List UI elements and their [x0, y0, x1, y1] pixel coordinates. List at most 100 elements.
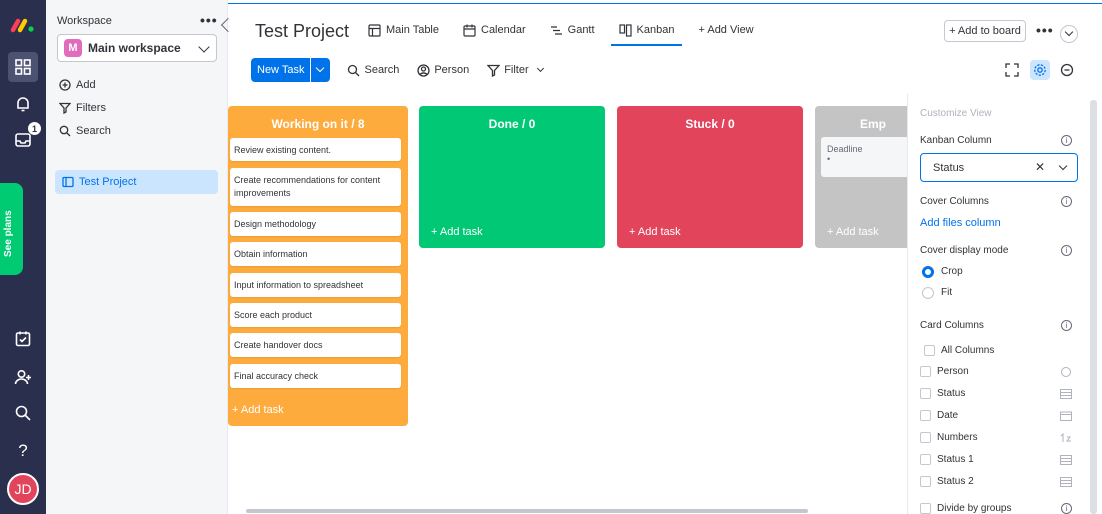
apps-grid-icon[interactable] [8, 52, 38, 82]
workspace-label: Workspace [57, 15, 112, 27]
status-column-icon [1060, 388, 1072, 399]
workspace-more-icon[interactable]: ••• [200, 12, 218, 28]
invite-user-icon[interactable] [8, 362, 38, 392]
workspace-search-button[interactable]: Search [59, 125, 111, 137]
kanban-card[interactable]: Review existing content. [230, 138, 401, 161]
bell-icon[interactable] [8, 89, 38, 119]
gantt-icon [550, 25, 562, 35]
kanban-column-empty: Emp Deadline • + Add task [815, 106, 907, 248]
crop-radio[interactable] [922, 266, 934, 278]
search-icon [59, 125, 71, 137]
add-task-button[interactable]: + Add task [629, 226, 681, 238]
add-files-column-link[interactable]: Add files column [920, 217, 1001, 229]
filter-icon [487, 64, 501, 77]
chat-icon[interactable] [1057, 60, 1077, 80]
top-accent-line [228, 3, 1102, 4]
workspace-selector[interactable]: M Main workspace [57, 34, 217, 62]
search-icon[interactable] [8, 398, 38, 428]
chevron-down-icon [536, 64, 544, 73]
horizontal-scrollbar[interactable] [246, 509, 808, 513]
tab-add-view[interactable]: + Add View [690, 14, 761, 46]
tab-gantt[interactable]: Gantt [542, 14, 603, 46]
search-button[interactable]: Search [347, 64, 399, 77]
see-plans-button[interactable]: See plans [0, 183, 23, 275]
clear-icon[interactable]: ✕ [1035, 160, 1045, 174]
kanban-column-done: Done / 0 + Add task [419, 106, 605, 248]
vertical-scrollbar[interactable] [1090, 100, 1097, 514]
tab-calendar[interactable]: Calendar [455, 14, 534, 46]
add-to-board-button[interactable]: + Add to board [944, 20, 1026, 42]
kanban-card[interactable]: Deadline • [821, 137, 907, 177]
column-title[interactable]: Emp [815, 106, 907, 136]
info-icon[interactable]: i [1061, 196, 1072, 207]
filter-button[interactable]: Filter [487, 64, 544, 77]
numbers-column-checkbox[interactable] [920, 432, 931, 443]
workspace-filters-button[interactable]: Filters [59, 102, 106, 114]
workspace-add-button[interactable]: Add [59, 79, 96, 91]
add-task-button[interactable]: + Add task [827, 226, 879, 238]
status-2-column-checkbox[interactable] [920, 476, 931, 487]
status-column-checkbox[interactable] [920, 388, 931, 399]
kanban-card[interactable]: Obtain information [230, 242, 401, 266]
info-icon[interactable]: i [1061, 320, 1072, 331]
collapse-header-icon[interactable] [1060, 25, 1078, 43]
tab-label: Calendar [481, 24, 526, 36]
settings-gear-icon[interactable] [1030, 60, 1050, 80]
avatar[interactable]: JD [7, 473, 39, 505]
tab-label: Gantt [567, 24, 595, 36]
monday-logo[interactable] [10, 14, 36, 36]
inbox-badge: 1 [28, 122, 41, 135]
kanban-card[interactable]: Design methodology [230, 212, 401, 236]
tab-kanban[interactable]: Kanban [610, 14, 683, 46]
checkbox-label: Divide by groups [937, 503, 1012, 514]
info-icon[interactable]: i [1061, 135, 1072, 146]
new-task-dropdown-icon[interactable] [310, 58, 330, 82]
left-rail: 1 See plans ? JD [0, 0, 46, 514]
add-task-button[interactable]: + Add task [431, 226, 483, 238]
status-1-column-checkbox[interactable] [920, 454, 931, 465]
divide-by-groups-checkbox[interactable] [920, 503, 931, 514]
info-icon[interactable]: i [1061, 245, 1072, 256]
cover-columns-label: Cover Columns [920, 196, 989, 207]
filter-icon [59, 102, 71, 114]
card-field-label: Deadline [827, 144, 863, 154]
person-icon [417, 63, 430, 77]
fit-radio[interactable] [922, 287, 934, 299]
tab-main-table[interactable]: Main Table [360, 14, 447, 46]
kanban-card[interactable]: Score each product [230, 303, 401, 327]
kanban-card[interactable]: Create handover docs [230, 333, 401, 357]
add-task-button[interactable]: + Add task [232, 404, 284, 416]
tab-label: Kanban [636, 24, 675, 36]
tab-label: + Add View [698, 24, 754, 36]
person-filter-button[interactable]: Person [417, 63, 469, 77]
kanban-icon [618, 23, 632, 37]
customize-view-panel: Customize View Kanban Column i Status ✕ … [907, 94, 1102, 514]
kanban-card[interactable]: Create recommendations for content impro… [230, 168, 401, 206]
kanban-column-select[interactable]: Status ✕ [920, 153, 1078, 182]
kanban-card[interactable]: Input information to spreadsheet [230, 273, 401, 297]
search-icon [348, 64, 360, 76]
all-columns-checkbox[interactable] [924, 345, 935, 356]
workspace-add-label: Add [76, 79, 96, 91]
kanban-column-stuck: Stuck / 0 + Add task [617, 106, 803, 248]
chevron-down-icon[interactable] [1058, 161, 1068, 171]
kanban-board: Working on it / 8 Review existing conten… [228, 94, 907, 514]
column-title[interactable]: Working on it / 8 [228, 106, 408, 136]
checkbox-label: Status [937, 388, 966, 399]
kanban-card[interactable]: Final accuracy check [230, 364, 401, 388]
help-icon[interactable]: ? [8, 436, 38, 466]
more-options-icon[interactable]: ••• [1036, 22, 1054, 38]
my-work-icon[interactable] [8, 324, 38, 354]
column-title[interactable]: Done / 0 [419, 106, 605, 136]
fullscreen-icon[interactable] [1002, 60, 1022, 80]
sidebar-item-test-project[interactable]: Test Project [55, 170, 218, 194]
new-task-button[interactable]: New Task [251, 58, 331, 82]
page-title[interactable]: Test Project [255, 21, 349, 42]
date-column-checkbox[interactable] [920, 410, 931, 421]
column-title[interactable]: Stuck / 0 [617, 106, 803, 136]
checkbox-label: Status 1 [937, 454, 974, 465]
status-column-icon [1060, 476, 1072, 487]
panel-heading: Customize View [920, 108, 992, 119]
info-icon[interactable]: i [1061, 503, 1072, 514]
person-column-checkbox[interactable] [920, 366, 931, 377]
